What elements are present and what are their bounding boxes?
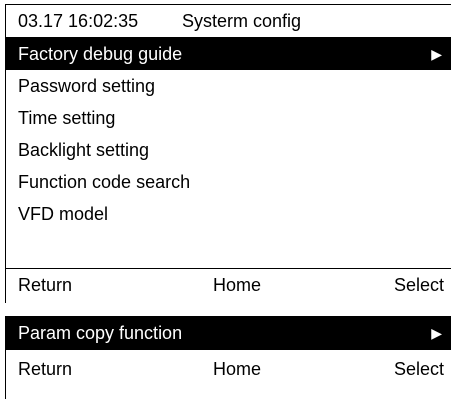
datetime-display: 03.17 16:02:35 [18,11,139,31]
panel-title: Systerm config [182,11,302,31]
system-config-panel: 03.17 16:02:35 Systerm config Factory de… [5,4,451,303]
softkey-divider [6,349,451,350]
menu-item-label: Password setting [18,76,156,96]
menu-item-label: VFD model [18,204,109,224]
submenu-arrow-icon: ▶ [431,325,442,341]
select-softkey[interactable]: Select [394,353,444,385]
submenu-arrow-icon: ▶ [431,46,442,62]
menu-item-param-copy-function[interactable]: Param copy function ▶ [6,317,451,349]
menu-item-label: Param copy function [18,323,183,343]
menu-item-function-code-search[interactable]: Function code search [6,166,451,198]
return-softkey[interactable]: Return [18,269,72,301]
menu-item-label: Function code search [18,172,191,192]
menu-item-label: Factory debug guide [18,44,183,64]
menu-item-password-setting[interactable]: Password setting [6,70,451,102]
home-softkey[interactable]: Home [213,269,261,301]
menu-item-label: Time setting [18,108,116,128]
softkey-bar: Return Home Select [6,269,451,301]
menu-item-vfd-model[interactable]: VFD model [6,198,451,230]
softkey-bar: Return Home Select [6,353,451,385]
menu-item-backlight-setting[interactable]: Backlight setting [6,134,451,166]
menu-item-time-setting[interactable]: Time setting [6,102,451,134]
menu-item-label: Backlight setting [18,140,150,160]
return-softkey[interactable]: Return [18,353,72,385]
panel-header: 03.17 16:02:35 Systerm config [6,5,451,37]
home-softkey[interactable]: Home [213,353,261,385]
param-copy-panel: Param copy function ▶ Return Home Select [5,316,451,399]
select-softkey[interactable]: Select [394,269,444,301]
menu-item-factory-debug-guide[interactable]: Factory debug guide ▶ [6,38,451,70]
